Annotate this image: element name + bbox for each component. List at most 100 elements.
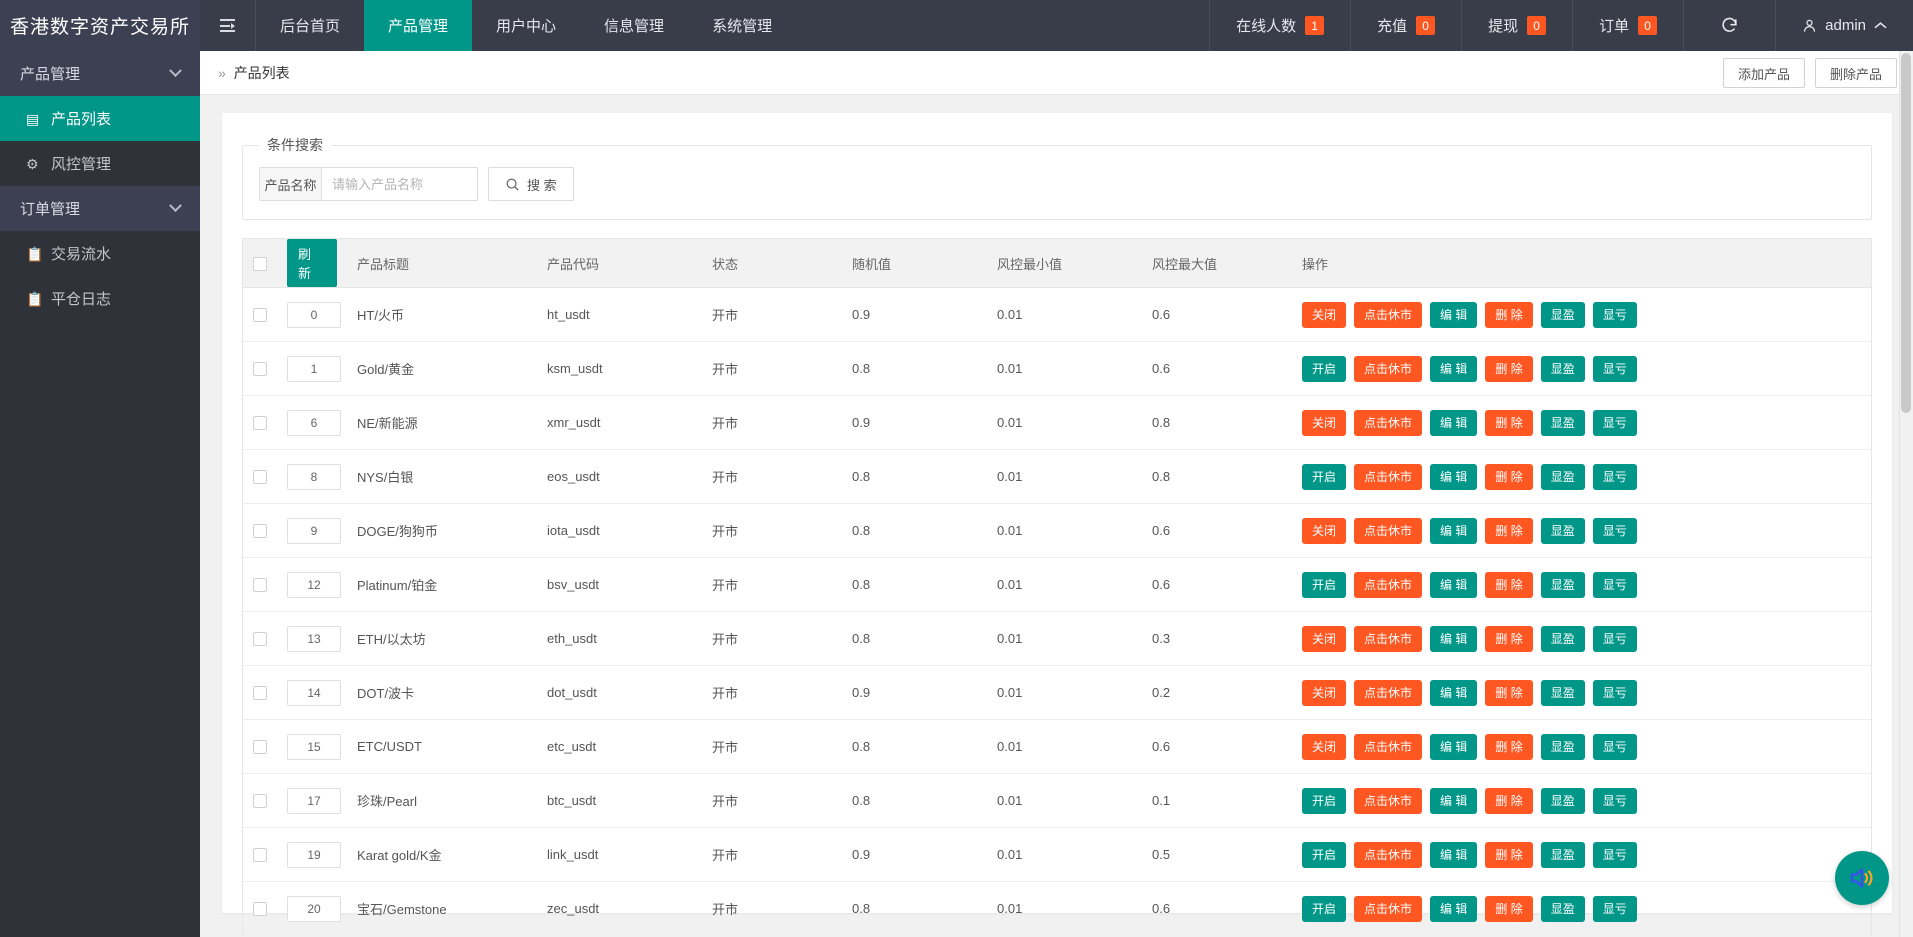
toggle-status-button[interactable]: 开启 bbox=[1302, 356, 1346, 382]
row-id-box[interactable]: 1 bbox=[287, 356, 341, 382]
row-id-box[interactable]: 8 bbox=[287, 464, 341, 490]
row-checkbox[interactable] bbox=[253, 686, 267, 700]
show-profit-button[interactable]: 显盈 bbox=[1541, 680, 1585, 706]
row-id-box[interactable]: 6 bbox=[287, 410, 341, 436]
row-id-box[interactable]: 15 bbox=[287, 734, 341, 760]
sidebar-item-0-1[interactable]: ⚙风控管理 bbox=[0, 141, 200, 186]
show-loss-button[interactable]: 显亏 bbox=[1593, 680, 1637, 706]
delete-button[interactable]: 删 除 bbox=[1485, 572, 1532, 598]
suspend-market-button[interactable]: 点击休市 bbox=[1354, 464, 1422, 490]
row-id-box[interactable]: 9 bbox=[287, 518, 341, 544]
delete-button[interactable]: 删 除 bbox=[1485, 896, 1532, 922]
user-menu[interactable]: admin bbox=[1775, 0, 1913, 51]
edit-button[interactable]: 编 辑 bbox=[1430, 356, 1477, 382]
show-loss-button[interactable]: 显亏 bbox=[1593, 842, 1637, 868]
edit-button[interactable]: 编 辑 bbox=[1430, 302, 1477, 328]
row-id-box[interactable]: 13 bbox=[287, 626, 341, 652]
edit-button[interactable]: 编 辑 bbox=[1430, 680, 1477, 706]
row-id-box[interactable]: 20 bbox=[287, 896, 341, 922]
toggle-status-button[interactable]: 开启 bbox=[1302, 464, 1346, 490]
show-profit-button[interactable]: 显盈 bbox=[1541, 896, 1585, 922]
sidebar-item-1-0[interactable]: 📋交易流水 bbox=[0, 231, 200, 276]
toggle-status-button[interactable]: 关闭 bbox=[1302, 302, 1346, 328]
suspend-market-button[interactable]: 点击休市 bbox=[1354, 410, 1422, 436]
toggle-status-button[interactable]: 关闭 bbox=[1302, 734, 1346, 760]
show-loss-button[interactable]: 显亏 bbox=[1593, 410, 1637, 436]
suspend-market-button[interactable]: 点击休市 bbox=[1354, 734, 1422, 760]
delete-button[interactable]: 删 除 bbox=[1485, 842, 1532, 868]
suspend-market-button[interactable]: 点击休市 bbox=[1354, 572, 1422, 598]
suspend-market-button[interactable]: 点击休市 bbox=[1354, 626, 1422, 652]
scrollbar-thumb[interactable] bbox=[1901, 53, 1911, 413]
delete-button[interactable]: 删 除 bbox=[1485, 734, 1532, 760]
toggle-status-button[interactable]: 关闭 bbox=[1302, 626, 1346, 652]
nav-stat-1[interactable]: 充值0 bbox=[1350, 0, 1461, 51]
show-profit-button[interactable]: 显盈 bbox=[1541, 734, 1585, 760]
row-checkbox[interactable] bbox=[253, 362, 267, 376]
suspend-market-button[interactable]: 点击休市 bbox=[1354, 302, 1422, 328]
row-checkbox[interactable] bbox=[253, 470, 267, 484]
delete-button[interactable]: 删 除 bbox=[1485, 410, 1532, 436]
suspend-market-button[interactable]: 点击休市 bbox=[1354, 788, 1422, 814]
edit-button[interactable]: 编 辑 bbox=[1430, 896, 1477, 922]
row-id-box[interactable]: 12 bbox=[287, 572, 341, 598]
show-profit-button[interactable]: 显盈 bbox=[1541, 410, 1585, 436]
show-loss-button[interactable]: 显亏 bbox=[1593, 734, 1637, 760]
page-scrollbar[interactable] bbox=[1899, 51, 1913, 937]
row-checkbox[interactable] bbox=[253, 848, 267, 862]
toggle-status-button[interactable]: 开启 bbox=[1302, 788, 1346, 814]
show-loss-button[interactable]: 显亏 bbox=[1593, 626, 1637, 652]
show-profit-button[interactable]: 显盈 bbox=[1541, 518, 1585, 544]
nav-item-0[interactable]: 后台首页 bbox=[256, 0, 364, 51]
toggle-status-button[interactable]: 开启 bbox=[1302, 572, 1346, 598]
nav-stat-3[interactable]: 订单0 bbox=[1572, 0, 1683, 51]
show-profit-button[interactable]: 显盈 bbox=[1541, 842, 1585, 868]
sidebar-group-1[interactable]: 订单管理 bbox=[0, 186, 200, 231]
add-product-button[interactable]: 添加产品 bbox=[1723, 58, 1805, 88]
row-checkbox[interactable] bbox=[253, 578, 267, 592]
delete-button[interactable]: 删 除 bbox=[1485, 302, 1532, 328]
edit-button[interactable]: 编 辑 bbox=[1430, 572, 1477, 598]
show-profit-button[interactable]: 显盈 bbox=[1541, 302, 1585, 328]
show-profit-button[interactable]: 显盈 bbox=[1541, 626, 1585, 652]
delete-product-button[interactable]: 删除产品 bbox=[1815, 58, 1897, 88]
show-loss-button[interactable]: 显亏 bbox=[1593, 302, 1637, 328]
sidebar-item-0-0[interactable]: ▤产品列表 bbox=[0, 96, 200, 141]
delete-button[interactable]: 删 除 bbox=[1485, 518, 1532, 544]
show-profit-button[interactable]: 显盈 bbox=[1541, 572, 1585, 598]
select-all-checkbox[interactable] bbox=[253, 257, 267, 271]
edit-button[interactable]: 编 辑 bbox=[1430, 734, 1477, 760]
show-profit-button[interactable]: 显盈 bbox=[1541, 356, 1585, 382]
row-checkbox[interactable] bbox=[253, 524, 267, 538]
refresh-button[interactable] bbox=[1683, 0, 1775, 51]
sidebar-item-1-1[interactable]: 📋平仓日志 bbox=[0, 276, 200, 321]
row-checkbox[interactable] bbox=[253, 794, 267, 808]
show-loss-button[interactable]: 显亏 bbox=[1593, 572, 1637, 598]
row-id-box[interactable]: 19 bbox=[287, 842, 341, 868]
suspend-market-button[interactable]: 点击休市 bbox=[1354, 518, 1422, 544]
show-loss-button[interactable]: 显亏 bbox=[1593, 464, 1637, 490]
nav-stat-2[interactable]: 提现0 bbox=[1461, 0, 1572, 51]
suspend-market-button[interactable]: 点击休市 bbox=[1354, 842, 1422, 868]
edit-button[interactable]: 编 辑 bbox=[1430, 464, 1477, 490]
search-button[interactable]: 搜 索 bbox=[488, 167, 574, 201]
show-loss-button[interactable]: 显亏 bbox=[1593, 518, 1637, 544]
delete-button[interactable]: 删 除 bbox=[1485, 626, 1532, 652]
row-checkbox[interactable] bbox=[253, 308, 267, 322]
hamburger-menu-button[interactable] bbox=[200, 0, 256, 51]
nav-item-4[interactable]: 系统管理 bbox=[688, 0, 796, 51]
edit-button[interactable]: 编 辑 bbox=[1430, 626, 1477, 652]
nav-item-1[interactable]: 产品管理 bbox=[364, 0, 472, 51]
nav-stat-0[interactable]: 在线人数1 bbox=[1209, 0, 1350, 51]
suspend-market-button[interactable]: 点击休市 bbox=[1354, 680, 1422, 706]
delete-button[interactable]: 删 除 bbox=[1485, 788, 1532, 814]
toggle-status-button[interactable]: 关闭 bbox=[1302, 518, 1346, 544]
delete-button[interactable]: 删 除 bbox=[1485, 464, 1532, 490]
nav-item-2[interactable]: 用户中心 bbox=[472, 0, 580, 51]
row-checkbox[interactable] bbox=[253, 416, 267, 430]
edit-button[interactable]: 编 辑 bbox=[1430, 788, 1477, 814]
show-profit-button[interactable]: 显盈 bbox=[1541, 788, 1585, 814]
sound-toggle-button[interactable] bbox=[1835, 851, 1889, 905]
row-id-box[interactable]: 14 bbox=[287, 680, 341, 706]
suspend-market-button[interactable]: 点击休市 bbox=[1354, 896, 1422, 922]
